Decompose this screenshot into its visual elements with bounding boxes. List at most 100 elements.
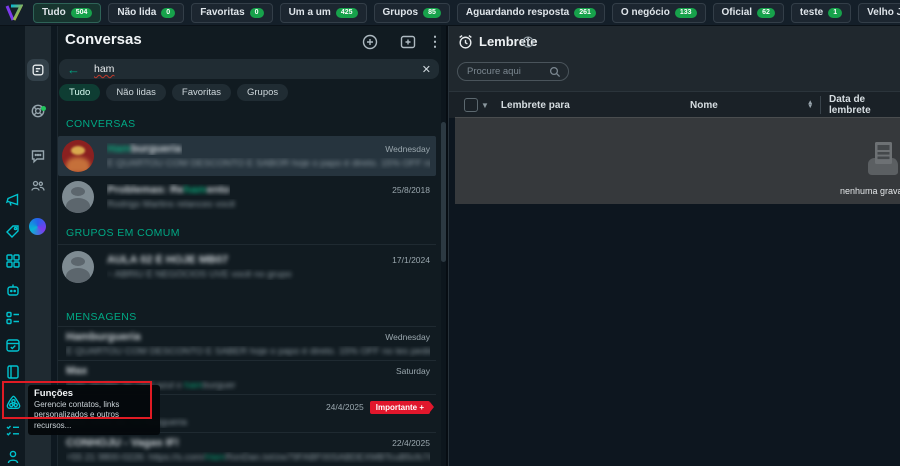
app-window: Tudo 504 Não lida 0 Favoritas 0 Um a um … bbox=[0, 0, 900, 466]
task-list-icon[interactable] bbox=[5, 310, 21, 326]
tab-count-badge: 261 bbox=[574, 8, 596, 18]
message-row[interactable]: CONHOJU - Vagas IF! 22/4/2025 +55 21 980… bbox=[58, 432, 436, 466]
calendar-check-icon[interactable] bbox=[5, 337, 21, 353]
tab-label: Não lida bbox=[117, 7, 156, 18]
name-text: ento bbox=[207, 184, 230, 196]
v7-logo-icon[interactable] bbox=[4, 3, 23, 23]
row-date: Wednesday bbox=[385, 144, 430, 154]
table-header: ▼ Lembrete para Nome ▲▼ Data de lembrete bbox=[449, 91, 900, 118]
row-date: 22/4/2025 bbox=[392, 438, 430, 448]
page-title: Conversas bbox=[65, 31, 142, 48]
name-text: burgueria bbox=[131, 143, 182, 155]
chatbot-icon[interactable] bbox=[5, 282, 21, 298]
name-text: Max bbox=[66, 365, 87, 377]
archive-add-icon[interactable] bbox=[399, 33, 417, 51]
functions-cluster-icon[interactable] bbox=[5, 394, 21, 410]
row-date: 25/8/2018 bbox=[392, 185, 430, 195]
name-match: ham bbox=[184, 184, 207, 196]
name-text: CONHOJU - Vagas IF! bbox=[66, 437, 179, 449]
lembrete-search[interactable] bbox=[457, 62, 569, 81]
tab-count-badge: 0 bbox=[250, 8, 264, 18]
conversations-nav-icon[interactable] bbox=[27, 59, 49, 81]
tab-label: Um a um bbox=[289, 7, 331, 18]
person-icon[interactable] bbox=[5, 449, 21, 465]
preview-match: Ham bbox=[205, 452, 225, 463]
search-input[interactable]: ham bbox=[94, 63, 408, 75]
chip-tudo[interactable]: Tudo bbox=[59, 84, 100, 101]
tooltip-description: Gerencie contatos, links personalizados … bbox=[34, 400, 154, 431]
tab-tudo[interactable]: Tudo 504 bbox=[33, 3, 101, 23]
conversation-row[interactable]: Problemas: Rehamento 25/8/2018 Rodrigo M… bbox=[58, 177, 436, 217]
group-row[interactable]: AULA 02 É HOJE MB07 17/1/2024 ~ ABRIU É … bbox=[58, 244, 436, 289]
filter-chips: Tudo Não lidas Favoritas Grupos bbox=[59, 84, 288, 101]
tab-label: teste bbox=[800, 7, 823, 18]
megaphone-icon[interactable] bbox=[5, 192, 21, 208]
new-chat-icon[interactable] bbox=[361, 33, 379, 51]
tab-grupos[interactable]: Grupos 85 bbox=[374, 3, 450, 23]
table-empty-body: nenhuma gravação encontrada bbox=[455, 117, 900, 204]
assistant-gradient-icon[interactable] bbox=[29, 218, 46, 235]
preview-match: ham bbox=[184, 380, 202, 391]
preview-text: É QUARTOU COM DESCONTO E SABER hoje o pa… bbox=[66, 346, 430, 357]
tab-count-badge: 504 bbox=[71, 8, 93, 18]
tab-oficial[interactable]: Oficial 62 bbox=[713, 3, 784, 23]
avatar bbox=[62, 140, 94, 172]
tab-nao-lida[interactable]: Não lida 0 bbox=[108, 3, 184, 23]
tab-um-a-um[interactable]: Um a um 425 bbox=[280, 3, 367, 23]
avatar bbox=[62, 251, 94, 283]
tab-teste[interactable]: teste 1 bbox=[791, 3, 851, 23]
section-grupos: GRUPOS EM COMUM bbox=[66, 227, 180, 239]
back-arrow-icon[interactable]: ← bbox=[67, 62, 80, 77]
info-icon[interactable] bbox=[522, 36, 534, 48]
tab-count-badge: 1 bbox=[828, 8, 842, 18]
section-conversas: CONVERSAS bbox=[66, 118, 136, 130]
clear-search-icon[interactable]: ✕ bbox=[422, 63, 431, 76]
preview-text: É QUARTOU COM DESCONTO E SABOR hoje o pa… bbox=[107, 158, 430, 169]
funcoes-tooltip: Funções Gerencie contatos, links persona… bbox=[28, 385, 160, 435]
chat-bubble-icon[interactable] bbox=[30, 148, 46, 164]
tab-label: Tudo bbox=[42, 7, 66, 18]
row-date: 17/1/2024 bbox=[392, 255, 430, 265]
tab-count-badge: 425 bbox=[336, 8, 358, 18]
sort-icon[interactable]: ▲▼ bbox=[807, 101, 813, 108]
name-match: Ham bbox=[107, 143, 131, 155]
chip-grupos[interactable]: Grupos bbox=[237, 84, 288, 101]
select-all-checkbox[interactable] bbox=[464, 98, 478, 112]
tab-label: O negócio bbox=[621, 7, 670, 18]
tab-o-negocio[interactable]: O negócio 133 bbox=[612, 3, 706, 23]
empty-state-icon bbox=[860, 136, 900, 180]
checklist-icon[interactable] bbox=[5, 423, 21, 439]
lembrete-search-input[interactable] bbox=[465, 65, 549, 78]
column-lembrete-para: Lembrete para bbox=[501, 100, 570, 111]
search-magnifier-icon bbox=[549, 66, 561, 78]
tab-label: Favoritas bbox=[200, 7, 244, 18]
tab-favoritas[interactable]: Favoritas 0 bbox=[191, 3, 272, 23]
tab-label: Aguardando resposta bbox=[466, 7, 569, 18]
lembrete-panel: Lembrete ▼ Lembrete para Nome ▲▼ Data de… bbox=[448, 26, 900, 466]
empty-state-text: nenhuma gravação encontrada bbox=[840, 186, 900, 196]
row-date: Wednesday bbox=[385, 332, 430, 342]
notebook-icon[interactable] bbox=[5, 364, 21, 380]
apps-grid-icon[interactable] bbox=[5, 253, 21, 269]
tab-count-badge: 62 bbox=[757, 8, 775, 18]
preview-text: ~ ABRIU É NEGÓCIOS UVE você no grupo bbox=[107, 269, 292, 280]
chevron-down-icon[interactable]: ▼ bbox=[481, 101, 489, 110]
chip-favoritas[interactable]: Favoritas bbox=[172, 84, 231, 101]
name-text: Hamburgueria bbox=[66, 331, 141, 343]
preview-text: RonDan.txt/zw79FABF00SABDEXMBTcuB5cfc74F… bbox=[225, 452, 430, 463]
tab-velho-jeans[interactable]: Velho Jeans 2 bbox=[858, 3, 900, 23]
search-bar[interactable]: ← ham ✕ bbox=[59, 59, 439, 79]
scrollbar-thumb[interactable] bbox=[441, 122, 446, 262]
tags-icon[interactable] bbox=[5, 224, 21, 240]
team-icon[interactable] bbox=[30, 178, 46, 194]
name-text: AULA 02 É HOJE MB07 bbox=[107, 254, 228, 266]
message-row[interactable]: Hamburgueria Wednesday É QUARTOU COM DES… bbox=[58, 326, 436, 361]
tab-aguardando-resposta[interactable]: Aguardando resposta 261 bbox=[457, 3, 605, 23]
tab-count-badge: 85 bbox=[423, 8, 441, 18]
preview-text: Rodrigo Martins relances você bbox=[107, 199, 235, 210]
conversation-row[interactable]: Hamburgueria Wednesday É QUARTOU COM DES… bbox=[58, 136, 436, 176]
scrollbar[interactable] bbox=[441, 26, 446, 466]
chip-nao-lidas[interactable]: Não lidas bbox=[106, 84, 166, 101]
tab-label: Grupos bbox=[383, 7, 419, 18]
row-date: 24/4/2025 bbox=[326, 402, 364, 412]
